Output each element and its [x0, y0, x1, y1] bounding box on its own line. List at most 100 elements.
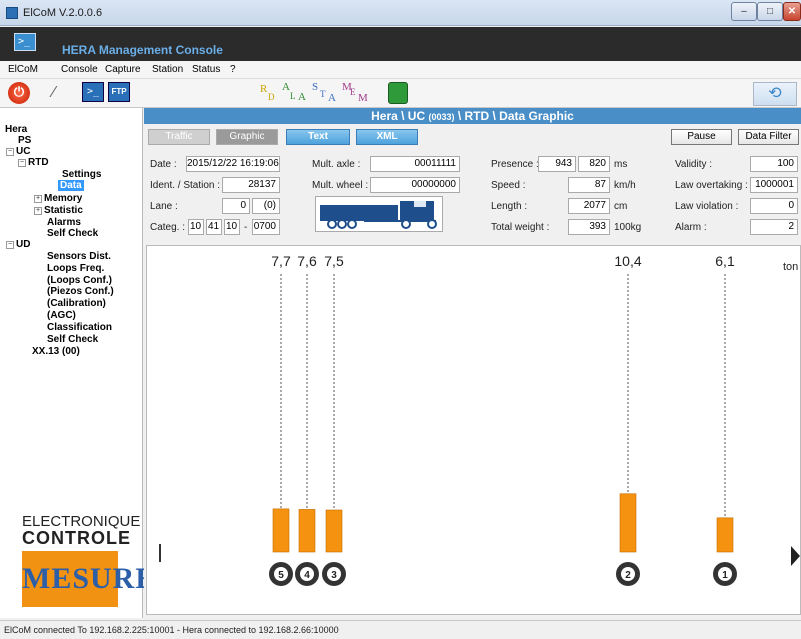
- date-value: 2015/12/22 16:19:06: [186, 156, 280, 172]
- breadcrumb: Hera \ UC (0033) \ RTD \ Data Graphic: [144, 108, 801, 124]
- tree-ps[interactable]: PS: [18, 135, 31, 146]
- alarm-label: Alarm :: [675, 222, 707, 233]
- tree-ud[interactable]: − UD: [6, 239, 30, 250]
- tree-calibration[interactable]: (Calibration): [47, 298, 106, 309]
- power-icon[interactable]: ⏻: [8, 82, 30, 104]
- tree-sensors-dist[interactable]: Sensors Dist.: [47, 251, 111, 262]
- axle-weight-label: 7,7: [271, 253, 291, 269]
- total-weight-label: Total weight :: [491, 222, 550, 233]
- refresh-icon[interactable]: ⟲: [753, 82, 797, 106]
- tree-loops-conf[interactable]: (Loops Conf.): [47, 275, 112, 286]
- tree-xx13[interactable]: XX.13 (00): [32, 346, 80, 357]
- vehicle-silhouette: [315, 196, 443, 232]
- axle-number: 3: [331, 570, 337, 581]
- close-button[interactable]: ✕: [783, 2, 801, 21]
- speed-label: Speed :: [491, 180, 526, 191]
- mult-axle-label: Mult. axle :: [312, 159, 361, 170]
- app-window: ElCoM V.2.0.0.6 – □ ✕ >_ HERA Management…: [0, 0, 801, 639]
- mult-wheel-value: 00000000: [370, 177, 460, 193]
- date-label: Date :: [150, 159, 177, 170]
- wand-icon[interactable]: ⁄: [42, 82, 66, 104]
- left-marker: [159, 544, 161, 562]
- rtd-alarm-stat-mem-icon[interactable]: R D A L A S T A M E M: [260, 81, 380, 107]
- alarm-value: 2: [750, 219, 798, 235]
- tree-alarms[interactable]: Alarms: [47, 217, 81, 228]
- axle-weight-label: 10,4: [614, 253, 641, 269]
- tree-ud-self-check[interactable]: Self Check: [47, 334, 98, 345]
- axle-weight-bar: [298, 509, 316, 553]
- company-logo: ELECTRONIQUE CONTROLE MESURE: [22, 513, 155, 607]
- axle-number: 5: [278, 570, 284, 581]
- speed-unit: km/h: [614, 180, 636, 191]
- length-label: Length :: [491, 201, 528, 212]
- lane-value-2: (0): [252, 198, 280, 214]
- axle-number: 1: [722, 570, 728, 581]
- tree-loops-freq[interactable]: Loops Freq.: [47, 263, 104, 274]
- tree-memory[interactable]: + Memory: [34, 193, 82, 204]
- axle-weight-label: 7,5: [324, 253, 344, 269]
- header-banner: >_ HERA Management Console: [0, 27, 801, 61]
- banner-title: HERA Management Console: [62, 43, 223, 57]
- ftp-icon[interactable]: FTP: [108, 82, 130, 102]
- expand-icon[interactable]: +: [34, 207, 42, 215]
- tab-graphic[interactable]: Graphic: [216, 129, 278, 145]
- tree-hera[interactable]: Hera: [5, 124, 27, 135]
- truck-icon[interactable]: [388, 82, 408, 104]
- tree-statistic[interactable]: + Statistic: [34, 205, 83, 216]
- collapse-icon[interactable]: −: [6, 241, 14, 249]
- command-icon[interactable]: >_: [82, 82, 104, 102]
- tree-classification[interactable]: Classification: [47, 322, 112, 333]
- tab-traffic[interactable]: Traffic: [148, 129, 210, 145]
- ident-label: Ident. / Station :: [150, 180, 221, 191]
- total-weight-value: 393: [568, 219, 610, 235]
- menu-console[interactable]: Console: [61, 64, 98, 75]
- tree-agc[interactable]: (AGC): [47, 310, 76, 321]
- presence-value-1: 943: [538, 156, 576, 172]
- tab-xml[interactable]: XML: [356, 129, 418, 145]
- data-filter-button[interactable]: Data Filter: [738, 129, 799, 145]
- minimize-button[interactable]: –: [731, 2, 757, 21]
- categ-value-1: 10: [188, 219, 204, 235]
- presence-unit: ms: [614, 159, 628, 170]
- length-unit: cm: [614, 201, 628, 212]
- collapse-icon[interactable]: −: [6, 148, 14, 156]
- menu-help[interactable]: ?: [230, 64, 236, 75]
- navigation-tree: Hera PS − UC − RTD Settings Data + Memory +…: [0, 108, 155, 618]
- tree-rtd[interactable]: − RTD: [18, 157, 49, 168]
- validity-value: 100: [750, 156, 798, 172]
- menu-station[interactable]: Station: [152, 64, 183, 75]
- tree-uc[interactable]: − UC: [6, 146, 30, 157]
- tab-text[interactable]: Text: [286, 129, 350, 145]
- menu-bar: ElCoM Console Capture Station Status ?: [0, 61, 801, 79]
- toolbar: ⏻ ⁄ >_ FTP R D A L A S T A M E M ⟲: [0, 79, 801, 108]
- axle-number: 2: [625, 570, 631, 581]
- law-overtaking-value: 1000001: [750, 177, 798, 193]
- axle-weight-graph: ton 7,7 5 7,6 4 7,5 3 10,4 2 6,1 1: [146, 245, 801, 615]
- length-value: 2077: [568, 198, 610, 214]
- expand-icon[interactable]: +: [34, 195, 42, 203]
- truck-silhouette-icon: [320, 201, 437, 229]
- menu-status[interactable]: Status: [192, 64, 220, 75]
- menu-capture[interactable]: Capture: [105, 64, 141, 75]
- mult-axle-value: 00011111: [370, 156, 460, 172]
- collapse-icon[interactable]: −: [18, 159, 26, 167]
- categ-value-4: 0700: [252, 219, 280, 235]
- tree-data[interactable]: Data: [58, 180, 84, 191]
- weight-unit-label: ton: [783, 261, 798, 273]
- total-weight-unit: 100kg: [614, 222, 642, 233]
- validity-label: Validity :: [675, 159, 713, 170]
- axle-weight-bar: [325, 509, 343, 553]
- status-bar: ElCoM connected To 192.168.2.225:10001 -…: [0, 620, 801, 639]
- categ-value-3: 10: [224, 219, 240, 235]
- pause-button[interactable]: Pause: [671, 129, 732, 145]
- connection-status: ElCoM connected To 192.168.2.225:10001 -…: [4, 625, 339, 635]
- tree-settings[interactable]: Settings: [62, 169, 101, 180]
- axle-weight-bar: [716, 517, 734, 553]
- main-panel: Hera \ UC (0033) \ RTD \ Data Graphic Tr…: [144, 108, 801, 618]
- maximize-button[interactable]: □: [757, 2, 783, 21]
- tree-piezos-conf[interactable]: (Piezos Conf.): [47, 286, 114, 297]
- law-overtaking-label: Law overtaking :: [675, 180, 748, 191]
- scroll-right-icon[interactable]: [791, 546, 800, 566]
- menu-elcom[interactable]: ElCoM: [8, 64, 38, 75]
- tree-uc-self-check[interactable]: Self Check: [47, 228, 98, 239]
